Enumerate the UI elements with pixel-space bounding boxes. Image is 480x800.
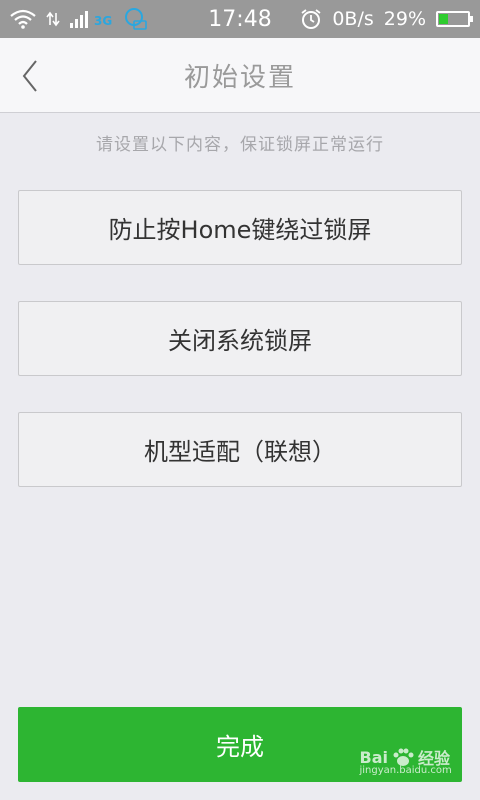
data-speed: 0B/s — [332, 8, 374, 30]
watermark: Bai 经验 jingyan.baidu.com — [359, 745, 452, 777]
page-title: 初始设置 — [183, 62, 296, 93]
battery-icon — [436, 11, 473, 27]
title-bar: 初始设置 — [0, 38, 480, 113]
back-button[interactable] — [14, 56, 50, 96]
battery-fill — [439, 14, 448, 24]
chevron-left-icon — [22, 60, 37, 92]
wifi-icon — [10, 9, 36, 29]
subtitle: 请设置以下内容，保证锁屏正常运行 — [96, 135, 384, 155]
status-left: 3G — [10, 7, 148, 31]
battery-percent: 29% — [383, 8, 426, 30]
alarm-icon — [301, 9, 321, 29]
paw-icon — [393, 748, 414, 766]
signal-icon — [70, 11, 88, 28]
device-adapt-button[interactable]: 机型适配（联想） — [18, 412, 462, 487]
network-type: 3G — [94, 14, 113, 28]
close-system-lock-button[interactable]: 关闭系统锁屏 — [18, 301, 462, 376]
data-arrows-icon — [46, 11, 60, 27]
prevent-home-bypass-button[interactable]: 防止按Home键绕过锁屏 — [18, 190, 462, 265]
status-right: 0B/s 29% — [300, 8, 473, 30]
watermark-url: jingyan.baidu.com — [359, 765, 452, 776]
watermark-text: Bai — [359, 747, 388, 767]
notification-icon — [125, 8, 148, 30]
status-bar: 3G 17:48 0B/s 29% — [0, 0, 480, 38]
